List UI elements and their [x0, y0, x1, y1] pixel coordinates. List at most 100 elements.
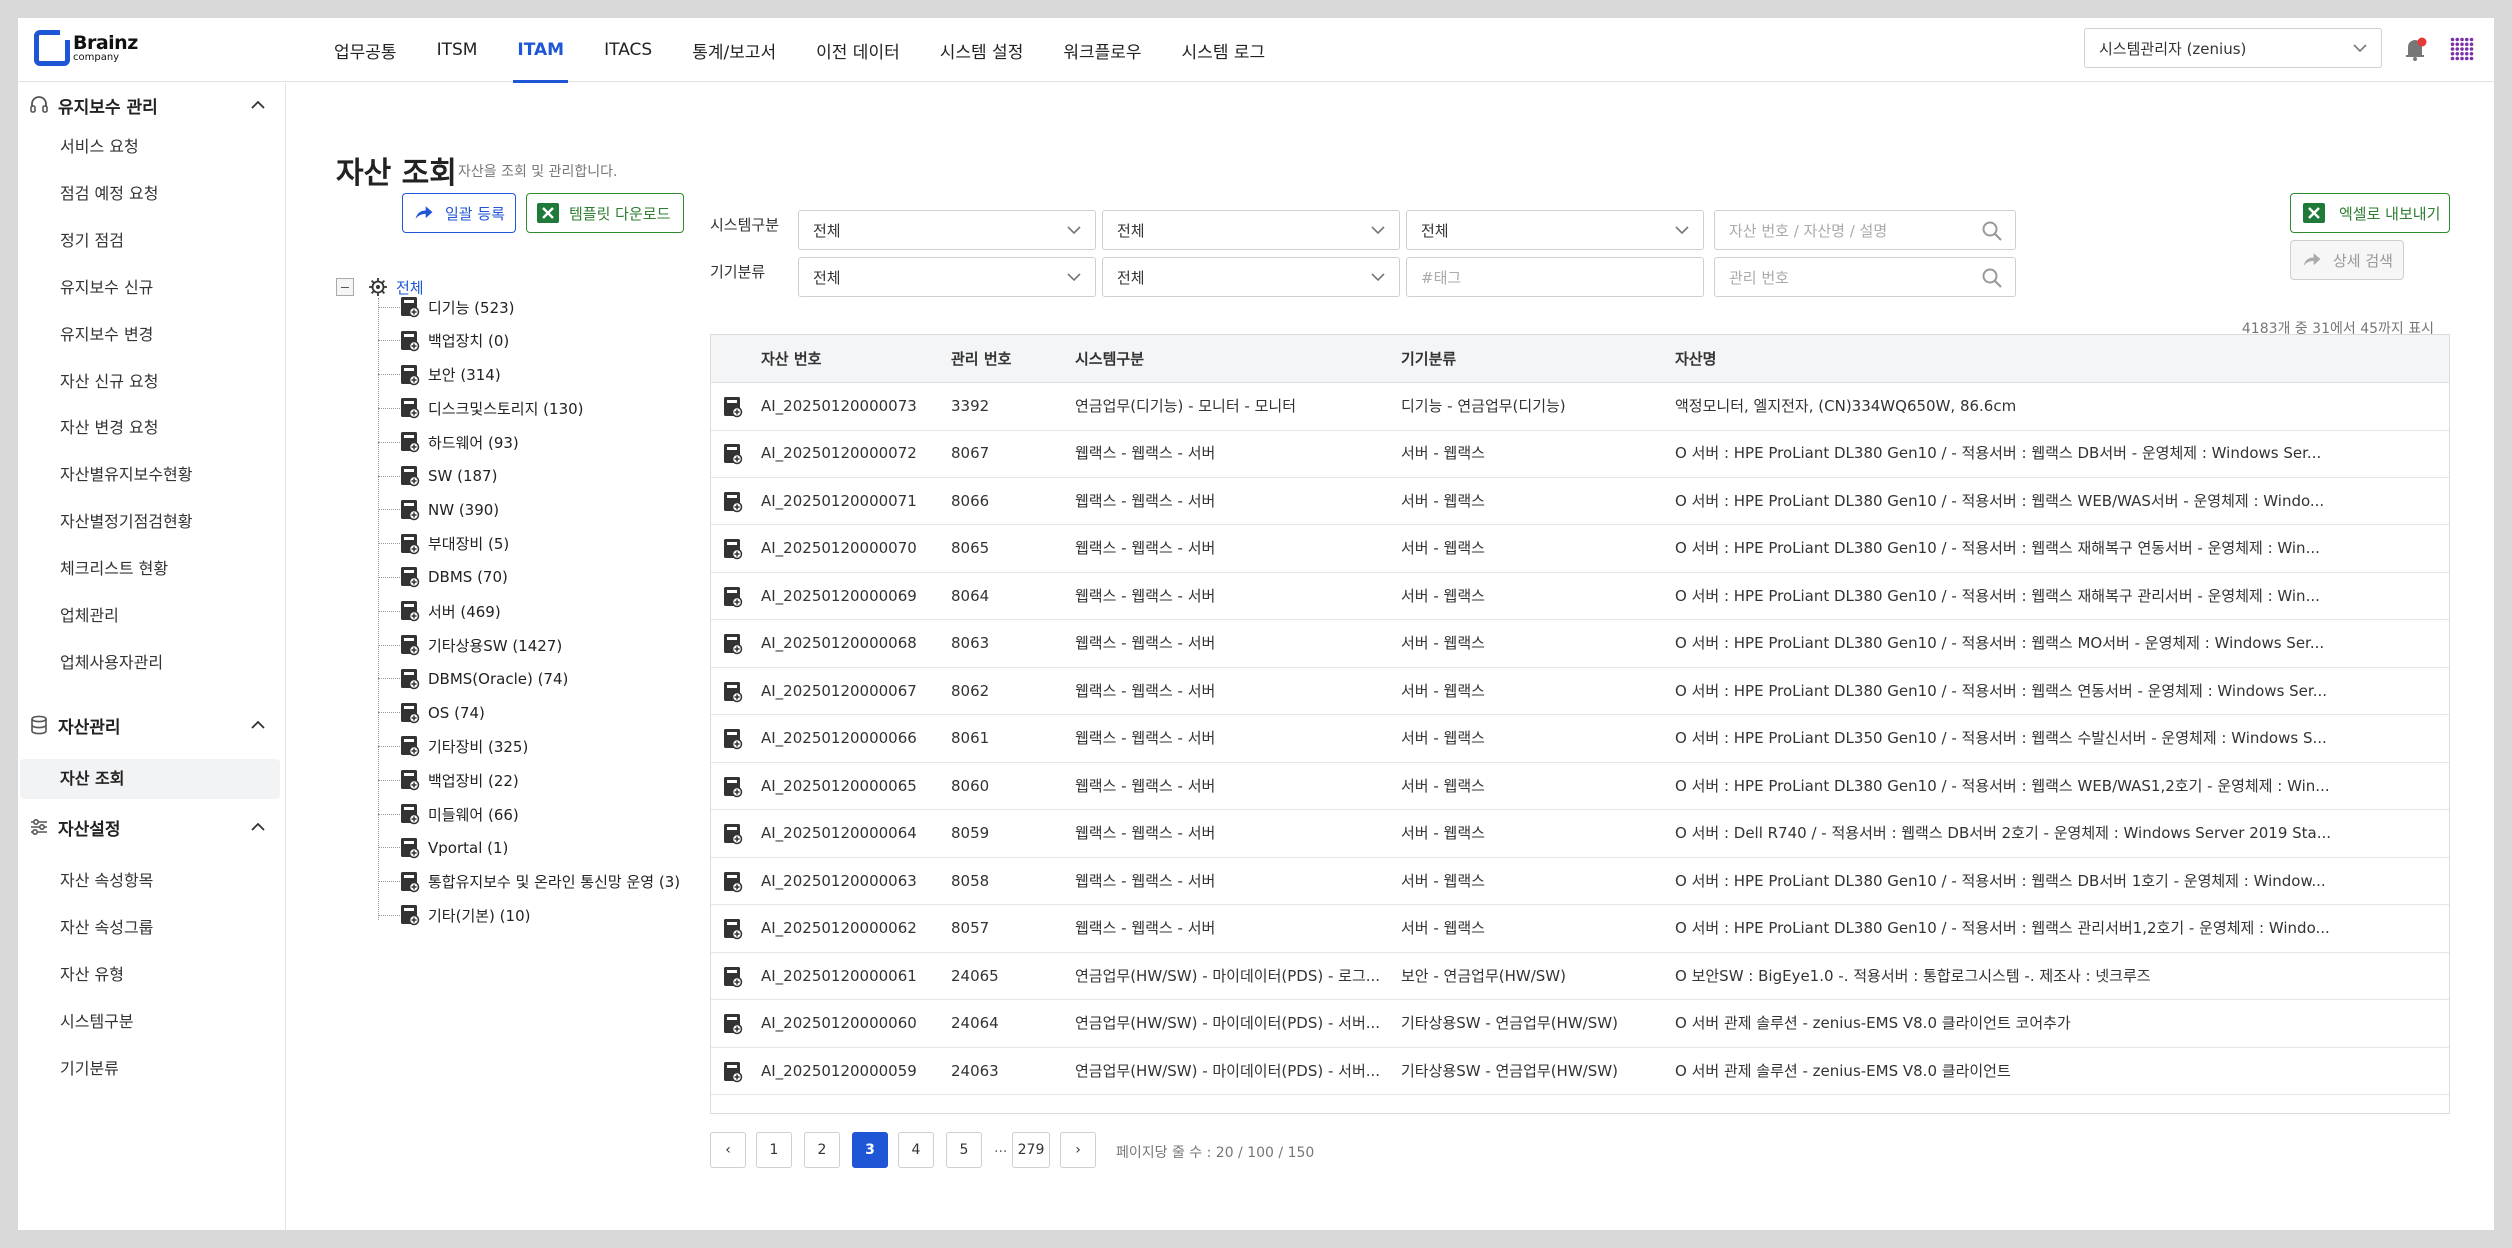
- asset-search-input[interactable]: 자산 번호 / 자산명 / 설명: [1714, 210, 2016, 250]
- asset-detail-icon[interactable]: [723, 491, 743, 513]
- tree-node[interactable]: 서버 (469): [378, 596, 501, 626]
- sidebar-item[interactable]: 자산 속성항목: [60, 861, 153, 901]
- table-row[interactable]: AI_20250120000062 8057 웹랙스 - 웹랙스 - 서버 서버 - …: [711, 905, 2449, 953]
- col-asset-name[interactable]: 자산명: [1675, 335, 1716, 383]
- asset-detail-icon[interactable]: [723, 1013, 743, 1035]
- asset-detail-icon[interactable]: [723, 633, 743, 655]
- device-select-1[interactable]: 전체: [798, 257, 1096, 297]
- table-row[interactable]: AI_20250120000066 8061 웹랙스 - 웹랙스 - 서버 서버 - …: [711, 715, 2449, 763]
- tree-node[interactable]: 백업장비 (22): [378, 765, 519, 795]
- tree-node[interactable]: 부대장비 (5): [378, 529, 509, 559]
- gnb-item[interactable]: 이전 데이터: [796, 18, 920, 82]
- table-row[interactable]: AI_20250120000072 8067 웹랙스 - 웹랙스 - 서버 서버 - …: [711, 430, 2449, 478]
- page-button[interactable]: 3: [852, 1132, 888, 1168]
- excel-export-button[interactable]: 엑셀로 내보내기: [2290, 193, 2450, 233]
- table-row[interactable]: AI_20250120000070 8065 웹랙스 - 웹랙스 - 서버 서버 - …: [711, 525, 2449, 573]
- sidebar-item[interactable]: 업체사용자관리: [60, 643, 163, 683]
- tree-node[interactable]: 기타(기본) (10): [378, 900, 530, 930]
- page-button[interactable]: 4: [898, 1132, 934, 1168]
- asset-detail-icon[interactable]: [723, 538, 743, 560]
- prev-page-button[interactable]: ‹: [710, 1132, 746, 1168]
- sidebar-group-asset-settings[interactable]: 자산설정: [18, 807, 286, 847]
- table-row[interactable]: AI_20250120000073 3392 연금업무(디기능) - 모니터 - 모…: [711, 383, 2449, 431]
- asset-detail-icon[interactable]: [723, 823, 743, 845]
- tree-node[interactable]: DBMS (70): [378, 562, 508, 592]
- device-select-2[interactable]: 전체: [1102, 257, 1400, 297]
- gnb-item[interactable]: ITAM: [497, 18, 584, 83]
- mgmt-number-input[interactable]: 관리 번호: [1714, 257, 2016, 297]
- gnb-item[interactable]: 업무공통: [314, 18, 417, 82]
- sidebar-item[interactable]: 시스템구분: [60, 1002, 134, 1042]
- sidebar-item[interactable]: 유지보수 변경: [60, 315, 153, 355]
- col-system[interactable]: 시스템구분: [1075, 335, 1144, 383]
- sidebar-item[interactable]: 기기분류: [60, 1049, 119, 1089]
- sidebar-item[interactable]: 서비스 요청: [60, 127, 139, 167]
- gnb-item[interactable]: 통계/보고서: [672, 18, 796, 82]
- sidebar-item[interactable]: 유지보수 신규: [60, 268, 153, 308]
- brand-logo[interactable]: Brainz company: [34, 28, 138, 68]
- table-row[interactable]: AI_20250120000061 24065 연금업무(HW/SW) - 마이데이…: [711, 953, 2449, 1001]
- sidebar-item[interactable]: 점검 예정 요청: [60, 174, 159, 214]
- asset-detail-icon[interactable]: [723, 396, 743, 418]
- sidebar-item[interactable]: 체크리스트 현황: [60, 549, 168, 589]
- gnb-item[interactable]: ITACS: [584, 18, 672, 82]
- tag-input[interactable]: #태그: [1406, 257, 1704, 297]
- app-grid-icon[interactable]: [2450, 37, 2474, 61]
- tree-node[interactable]: 백업장치 (0): [378, 326, 509, 356]
- asset-detail-icon[interactable]: [723, 728, 743, 750]
- tree-node[interactable]: 기타장비 (325): [378, 731, 528, 761]
- table-row[interactable]: AI_20250120000067 8062 웹랙스 - 웹랙스 - 서버 서버 - …: [711, 668, 2449, 716]
- sidebar-item[interactable]: 업체관리: [60, 596, 119, 636]
- tree-node[interactable]: OS (74): [378, 698, 485, 728]
- asset-detail-icon[interactable]: [723, 918, 743, 940]
- table-row[interactable]: AI_20250120000063 8058 웹랙스 - 웹랙스 - 서버 서버 - …: [711, 858, 2449, 906]
- gnb-item[interactable]: 워크플로우: [1043, 18, 1161, 82]
- sidebar-item[interactable]: 자산 변경 요청: [60, 408, 159, 448]
- user-select[interactable]: 시스템관리자 (zenius): [2084, 28, 2382, 68]
- sidebar-item[interactable]: 자산 조회: [20, 759, 280, 799]
- detail-search-button[interactable]: 상세 검색: [2290, 240, 2404, 280]
- table-row[interactable]: AI_20250120000068 8063 웹랙스 - 웹랙스 - 서버 서버 - …: [711, 620, 2449, 668]
- gnb-item[interactable]: 시스템 설정: [920, 18, 1044, 82]
- tree-node[interactable]: SW (187): [378, 461, 497, 491]
- table-row[interactable]: AI_20250120000071 8066 웹랙스 - 웹랙스 - 서버 서버 - …: [711, 478, 2449, 526]
- tree-node[interactable]: 보안 (314): [378, 360, 501, 390]
- tree-node[interactable]: 하드웨어 (93): [378, 427, 519, 457]
- col-mgmt-no[interactable]: 관리 번호: [951, 335, 1011, 383]
- gnb-item[interactable]: ITSM: [417, 18, 498, 82]
- page-button[interactable]: 5: [946, 1132, 982, 1168]
- tree-node[interactable]: 미들웨어 (66): [378, 799, 519, 829]
- tree-node[interactable]: 통합유지보수 및 온라인 통신망 운영 (3): [378, 867, 680, 897]
- tree-node[interactable]: 디스크및스토리지 (130): [378, 393, 584, 423]
- page-button[interactable]: 279: [1012, 1132, 1050, 1168]
- table-row[interactable]: AI_20250120000064 8059 웹랙스 - 웹랙스 - 서버 서버 - …: [711, 810, 2449, 858]
- table-row[interactable]: AI_20250120000059 24063 연금업무(HW/SW) - 마이데이…: [711, 1048, 2449, 1096]
- page-button[interactable]: 1: [756, 1132, 792, 1168]
- notification-bell-icon[interactable]: [2402, 36, 2428, 62]
- col-device[interactable]: 기기분류: [1401, 335, 1456, 383]
- asset-detail-icon[interactable]: [723, 871, 743, 893]
- asset-detail-icon[interactable]: [723, 1061, 743, 1083]
- tree-collapse-toggle[interactable]: [336, 278, 354, 296]
- gnb-item[interactable]: 시스템 로그: [1162, 18, 1286, 82]
- asset-detail-icon[interactable]: [723, 966, 743, 988]
- sidebar-item[interactable]: 정기 점검: [60, 221, 124, 261]
- next-page-button[interactable]: ›: [1060, 1132, 1096, 1168]
- asset-detail-icon[interactable]: [723, 586, 743, 608]
- page-button[interactable]: 2: [804, 1132, 840, 1168]
- search-icon[interactable]: [1981, 267, 2003, 289]
- asset-detail-icon[interactable]: [723, 443, 743, 465]
- table-row[interactable]: AI_20250120000060 24064 연금업무(HW/SW) - 마이데이…: [711, 1000, 2449, 1048]
- bulk-register-button[interactable]: 일괄 등록: [402, 193, 516, 233]
- tree-node[interactable]: Vportal (1): [378, 833, 508, 863]
- sidebar-group-asset-mgmt[interactable]: 자산관리: [18, 705, 286, 745]
- sidebar-group-maintenance[interactable]: 유지보수 관리: [18, 85, 286, 125]
- tree-node[interactable]: 디기능 (523): [378, 292, 515, 322]
- asset-detail-icon[interactable]: [723, 776, 743, 798]
- col-asset-no[interactable]: 자산 번호: [761, 335, 821, 383]
- table-row[interactable]: AI_20250120000069 8064 웹랙스 - 웹랙스 - 서버 서버 - …: [711, 573, 2449, 621]
- sidebar-item[interactable]: 자산별유지보수현황: [60, 455, 192, 495]
- search-icon[interactable]: [1981, 220, 2003, 242]
- tree-node[interactable]: DBMS(Oracle) (74): [378, 664, 568, 694]
- sidebar-item[interactable]: 자산 유형: [60, 955, 124, 995]
